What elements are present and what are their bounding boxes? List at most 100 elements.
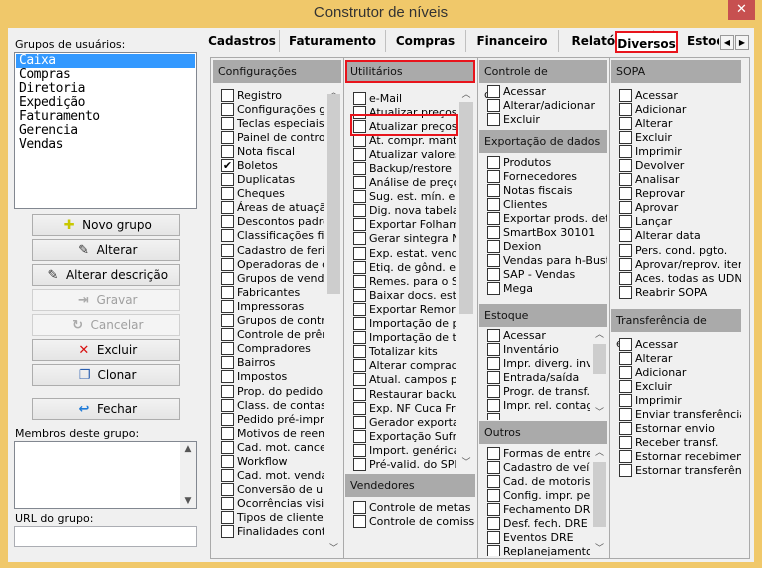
- checkbox[interactable]: [353, 429, 366, 443]
- permission-item[interactable]: Descontos padrões: [221, 215, 324, 229]
- permission-item[interactable]: Fabricantes: [221, 285, 324, 299]
- checkbox[interactable]: [487, 384, 500, 398]
- checkbox[interactable]: [353, 218, 366, 232]
- alterar-button[interactable]: ✎ Alterar: [32, 239, 180, 261]
- checkbox[interactable]: [353, 288, 366, 302]
- checkbox[interactable]: [619, 144, 632, 158]
- checkbox[interactable]: [619, 337, 632, 351]
- checkbox[interactable]: [221, 384, 234, 398]
- checkbox[interactable]: [487, 197, 500, 211]
- permission-item[interactable]: Alterar: [619, 351, 741, 365]
- permission-item[interactable]: Impressoras: [221, 299, 324, 313]
- checkbox[interactable]: [487, 268, 500, 282]
- permission-item[interactable]: Compradores: [221, 342, 324, 356]
- checkbox[interactable]: [353, 204, 366, 218]
- checkbox[interactable]: [221, 271, 234, 285]
- permission-item[interactable]: Atualizar valores l: [353, 147, 456, 161]
- checkbox[interactable]: [487, 517, 500, 531]
- checkbox[interactable]: [221, 314, 234, 328]
- checkbox[interactable]: [221, 116, 234, 130]
- novo-grupo-button[interactable]: ✚ Novo grupo: [32, 214, 180, 236]
- permission-item[interactable]: Alterar/adicionar: [487, 98, 607, 112]
- permission-item[interactable]: Exportar prods. detalh: [487, 211, 607, 225]
- checkbox[interactable]: [221, 144, 234, 158]
- group-item-gerencia[interactable]: Gerencia: [16, 124, 195, 138]
- permission-item[interactable]: Controle de prêmios: [221, 328, 324, 342]
- group-item-caixa[interactable]: Caixa: [16, 54, 195, 68]
- permission-item[interactable]: Pedido pré-impresso: [221, 412, 324, 426]
- scroll-down-icon[interactable]: ﹀: [592, 406, 607, 420]
- checkbox[interactable]: [487, 356, 500, 370]
- checkbox[interactable]: [353, 260, 366, 274]
- checkbox[interactable]: [221, 454, 234, 468]
- checkbox[interactable]: [487, 112, 500, 126]
- permission-item[interactable]: Alterar comprador: [353, 359, 456, 373]
- checkbox[interactable]: [487, 460, 500, 474]
- permission-item[interactable]: Importação de tin: [353, 331, 456, 345]
- checkbox[interactable]: [221, 525, 234, 539]
- permission-item[interactable]: Nota fiscal: [221, 144, 324, 158]
- checkbox[interactable]: [221, 130, 234, 144]
- checkbox[interactable]: [221, 243, 234, 257]
- permission-item[interactable]: Baixar docs. est.: [353, 288, 456, 302]
- checkbox[interactable]: [619, 436, 632, 450]
- checkbox[interactable]: [619, 365, 632, 379]
- checkbox[interactable]: [487, 488, 500, 502]
- checkbox[interactable]: [221, 370, 234, 384]
- checkbox[interactable]: [619, 271, 632, 285]
- checkbox[interactable]: [487, 399, 500, 413]
- permission-item[interactable]: Duplicatas: [221, 173, 324, 187]
- checkbox[interactable]: [353, 514, 366, 528]
- permission-item[interactable]: Conversão de unidades: [221, 483, 324, 497]
- scroll-up-icon[interactable]: ︿: [592, 446, 607, 460]
- checkbox[interactable]: [487, 155, 500, 169]
- checkbox[interactable]: [619, 130, 632, 144]
- permission-item[interactable]: Aprovar: [619, 201, 741, 215]
- checkbox[interactable]: [221, 497, 234, 511]
- checkbox[interactable]: [353, 401, 366, 415]
- alterar-descricao-button[interactable]: ✎ Alterar descrição: [32, 264, 180, 286]
- checkbox[interactable]: [619, 187, 632, 201]
- checkbox[interactable]: [487, 98, 500, 112]
- group-item-vendas[interactable]: Vendas: [16, 138, 195, 152]
- excluir-button[interactable]: ✕ Excluir: [32, 339, 180, 361]
- checkbox[interactable]: [619, 215, 632, 229]
- permission-item[interactable]: Análise de preços: [353, 176, 456, 190]
- checkbox[interactable]: [353, 387, 366, 401]
- checkbox[interactable]: [487, 211, 500, 225]
- checkbox[interactable]: [221, 215, 234, 229]
- members-listbox[interactable]: ▲ ▼: [14, 441, 197, 509]
- checkbox[interactable]: [221, 102, 234, 116]
- checkbox[interactable]: [221, 398, 234, 412]
- permission-item[interactable]: Controle de comissões: [353, 514, 475, 528]
- permission-item[interactable]: Acessar: [619, 337, 741, 351]
- permission-item[interactable]: Totalizar kits: [353, 345, 456, 359]
- permission-item[interactable]: Atual. campos pro: [353, 373, 456, 387]
- permission-item[interactable]: Impr. rel. contagem: [487, 398, 590, 413]
- close-button[interactable]: ✕: [728, 0, 755, 20]
- gravar-button[interactable]: ⇥ Gravar: [32, 289, 180, 311]
- scroll-up-icon[interactable]: ▲: [180, 442, 196, 456]
- permission-item[interactable]: Classificações fiscais: [221, 229, 324, 243]
- scroll-up-icon[interactable]: ︿: [592, 328, 607, 342]
- tab-compras[interactable]: Compras: [386, 30, 466, 52]
- checkbox[interactable]: [619, 201, 632, 215]
- checkbox[interactable]: [221, 342, 234, 356]
- fechar-button[interactable]: ↩ Fechar: [32, 398, 180, 420]
- checkbox[interactable]: [353, 274, 366, 288]
- scrollbar-thumb[interactable]: [593, 344, 606, 374]
- checkbox[interactable]: [353, 500, 366, 514]
- checkbox[interactable]: [353, 457, 366, 471]
- permission-item[interactable]: Teclas especiais: [221, 116, 324, 130]
- permission-item[interactable]: Receber transf.: [619, 436, 741, 450]
- scroll-down-icon[interactable]: ﹀: [592, 542, 607, 556]
- checkbox[interactable]: [619, 408, 632, 422]
- checkbox[interactable]: [619, 285, 632, 299]
- permission-item[interactable]: ...: [487, 413, 590, 420]
- checkbox[interactable]: [487, 545, 500, 556]
- permission-item[interactable]: Vendas para h-Buster: [487, 254, 607, 268]
- checkbox[interactable]: [353, 246, 366, 260]
- checkbox[interactable]: [353, 443, 366, 457]
- checkbox[interactable]: [487, 169, 500, 183]
- permission-item[interactable]: Impr. diverg. inven: [487, 356, 590, 370]
